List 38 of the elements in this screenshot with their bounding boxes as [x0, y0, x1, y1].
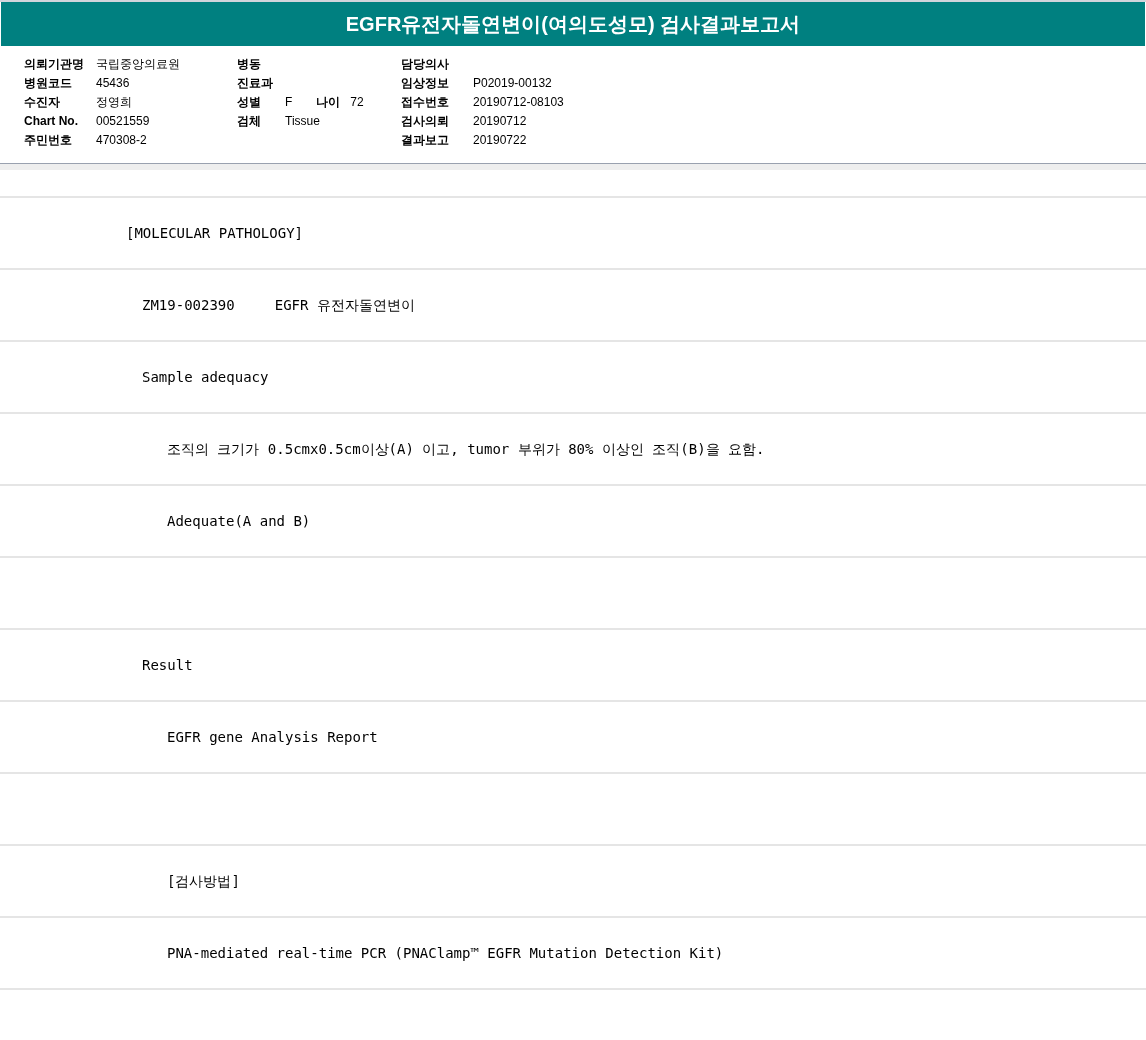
report-line-text: Result	[142, 655, 193, 675]
field-value: Tissue	[285, 112, 320, 130]
field-label: 나이	[316, 93, 342, 111]
field-value: 72	[350, 93, 364, 111]
field-value: P02019-00132	[473, 74, 552, 92]
field-label: 병동	[237, 55, 262, 73]
field-value: 20190712-08103	[473, 93, 564, 111]
report-line-text: EGFR 유전자돌연변이	[274, 295, 415, 315]
field-label: 접수번호	[401, 93, 450, 111]
report-line-text: Adequate(A and B)	[167, 511, 311, 531]
field-value: 470308-2	[96, 131, 147, 149]
report-line-text: 조직의 크기가 0.5cmx0.5cm이상(A) 이고, tumor 부위가 80% 이상인 조직(B)을 요함.	[167, 439, 765, 459]
field-value: 정영희	[96, 93, 132, 111]
field-label: 병원코드	[24, 74, 73, 92]
report-line-text: [검사방법]	[167, 871, 240, 891]
field-label: 진료과	[237, 74, 274, 92]
field-label: 의뢰기관명	[24, 55, 85, 73]
field-label: 임상정보	[401, 74, 450, 92]
field-label: Chart No.	[24, 112, 79, 130]
report-title: EGFR유전자돌연변이(여의도성모) 검사결과보고서	[345, 12, 801, 37]
report-line-text: PNA-mediated real-time PCR (PNAClamp™ EGFR Mutation Detection Kit)	[167, 943, 724, 963]
report-line-text: ZM19-002390	[142, 295, 235, 315]
field-value: 20190722	[473, 131, 527, 149]
report-line-text: Sample adequacy	[142, 367, 269, 387]
field-value: F	[285, 93, 293, 111]
field-label: 성별	[237, 93, 262, 111]
field-label: 검사의뢰	[401, 112, 450, 130]
field-label: 담당의사	[401, 55, 450, 73]
field-label: 검체	[237, 112, 262, 130]
field-value: 20190712	[473, 112, 527, 130]
field-label: 결과보고	[401, 131, 450, 149]
field-label: 수진자	[24, 93, 61, 111]
report-line-text: [MOLECULAR PATHOLOGY]	[126, 223, 303, 243]
field-value: 45436	[96, 74, 130, 92]
report-line-text: EGFR gene Analysis Report	[167, 727, 378, 747]
field-value: 국립중앙의료원	[96, 55, 180, 73]
field-value: 00521559	[96, 112, 150, 130]
field-label: 주민번호	[24, 131, 73, 149]
